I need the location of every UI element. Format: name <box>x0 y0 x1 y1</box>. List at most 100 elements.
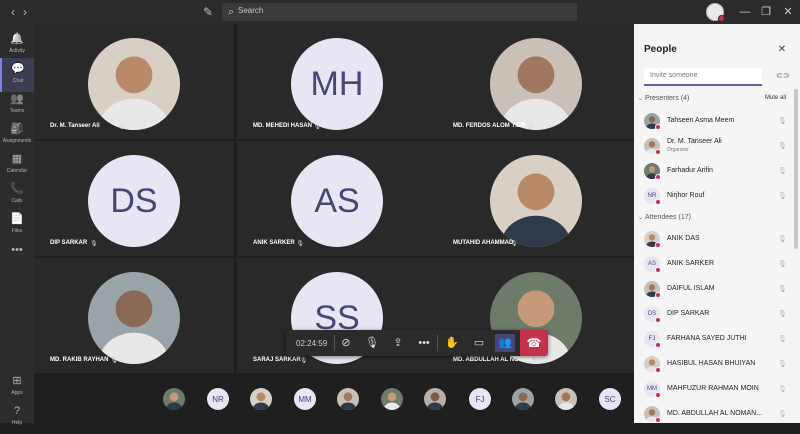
status-dot <box>655 174 661 180</box>
participant-row[interactable]: ANIK DAS 🎙 <box>634 227 794 252</box>
strip-avatar[interactable] <box>512 388 534 410</box>
participant-row-name: Dr. M. Tanseer Ali <box>667 138 722 145</box>
rail-help[interactable]: ? Help <box>0 400 34 434</box>
rail-calendar[interactable]: ▦ Calendar <box>0 148 34 182</box>
participant-row[interactable]: DS DIP SARKAR 🎙 <box>634 302 794 327</box>
video-tile[interactable]: MUTAHID AHAMMAD 🎙 <box>437 141 634 256</box>
mic-off-icon[interactable]: 🎙 <box>778 335 787 343</box>
rail-chat[interactable]: 💬 Chat <box>0 58 34 92</box>
strip-avatar[interactable] <box>250 388 272 410</box>
participant-name: DIP SARKAR <box>50 240 88 246</box>
app-rail: 🔔 Activity 💬 Chat 👥 Teams 🎒 Assignments ▦ Calenda… <box>0 24 34 426</box>
minimize-button[interactable]: — <box>738 4 752 20</box>
participant-avatar <box>489 155 582 247</box>
camera-off-icon[interactable]: ⊘ <box>336 334 356 352</box>
participant-row[interactable]: Tahseen Asma Meem 🎙 <box>634 109 794 134</box>
participant-row[interactable]: DAIFUL ISLAM 🎙 <box>634 277 794 302</box>
participant-row[interactable]: AS ANIK SARKER 🎙 <box>634 252 794 277</box>
divider <box>334 335 335 351</box>
mic-off-icon[interactable]: 🎙 <box>778 167 787 175</box>
mic-off-icon[interactable]: 🎙 <box>778 385 787 393</box>
participant-row[interactable]: Dr. M. Tanseer Ali Organizer 🎙 <box>634 134 794 159</box>
strip-avatar[interactable] <box>337 388 359 410</box>
mic-off-icon[interactable]: 🎙 <box>778 192 787 200</box>
participant-row[interactable]: MM MAHFUZUR RAHMAN MOIN 🎙 <box>634 377 794 402</box>
person-photo <box>557 392 575 410</box>
status-dot <box>655 392 661 398</box>
mic-off-icon: 🎙 <box>530 358 539 364</box>
video-tile[interactable]: DS DIP SARKAR 🎙 <box>34 141 234 256</box>
participant-row[interactable]: MD. ABDULLAH AL NOMAN... 🎙 <box>634 402 794 427</box>
participant-name: MD. FERDOS ALOM TIER <box>453 123 526 129</box>
rail-calls[interactable]: 📞 Calls <box>0 178 34 212</box>
rail-activity[interactable]: 🔔 Activity <box>0 28 34 62</box>
participants-icon[interactable]: 👥 <box>495 334 515 352</box>
close-window-button[interactable]: ✕ <box>781 4 795 20</box>
video-tile[interactable]: AS ANIK SARKER 🎙 <box>237 141 437 256</box>
help-icon: ? <box>13 405 21 417</box>
person-photo <box>99 290 169 364</box>
strip-avatar[interactable] <box>381 388 403 410</box>
more-actions-icon[interactable]: ••• <box>414 334 434 352</box>
mic-off-icon[interactable]: 🎙 <box>778 410 787 418</box>
status-dot <box>718 15 725 22</box>
forward-button[interactable]: › <box>18 4 32 20</box>
strip-avatar[interactable]: SC <box>599 388 621 410</box>
video-tile[interactable]: MD. RAKIB RAYHAN 🎙 <box>34 258 234 373</box>
mic-off-icon[interactable]: 🎙 <box>778 310 787 318</box>
strip-avatar[interactable] <box>424 388 446 410</box>
share-invite-icon[interactable]: ⊂⊃ <box>776 71 789 80</box>
rail-teams[interactable]: 👥 Teams <box>0 88 34 122</box>
raise-hand-icon[interactable]: ✋ <box>442 334 462 352</box>
mic-off-icon: 🎙 <box>296 241 305 247</box>
participant-name: Dr. M. Tanseer Ali <box>50 123 100 129</box>
participant-row[interactable]: Farhadur Arifin 🎙 <box>634 159 794 184</box>
strip-avatar[interactable] <box>163 388 185 410</box>
participant-role: Organizer <box>667 147 689 153</box>
rail-[interactable]: ••• <box>0 234 34 268</box>
maximize-button[interactable]: ❐ <box>759 4 773 20</box>
mic-off-icon[interactable]: 🎙 <box>778 142 787 150</box>
rail-label: Apps <box>11 390 23 396</box>
rail-apps[interactable]: ⊞ Apps <box>0 370 34 404</box>
more-icon: ••• <box>11 244 23 256</box>
hang-up-button[interactable]: ☎ <box>520 330 548 356</box>
mic-off-icon[interactable]: 🎙 <box>778 117 787 125</box>
compose-icon[interactable]: ✎ <box>200 4 216 20</box>
strip-avatar[interactable]: MM <box>294 388 316 410</box>
search-input[interactable]: ⌕ Search <box>222 3 577 21</box>
status-dot <box>655 317 661 323</box>
video-stage: Dr. M. Tanseer Ali 🎙 MH MD. MEHEDI HASAN 🎙 MD… <box>34 24 634 374</box>
attendees-header[interactable]: ⌄ Attendees (17) <box>638 214 691 221</box>
rail-assignments[interactable]: 🎒 Assignments <box>0 118 34 152</box>
close-icon[interactable]: ✕ <box>776 44 788 56</box>
participant-row-name: DAIFUL ISLAM <box>667 285 715 292</box>
mic-off-icon[interactable]: 🎙 <box>778 235 787 243</box>
share-screen-icon[interactable]: ⇪ <box>388 334 408 352</box>
mic-off-icon[interactable]: 🎙 <box>778 285 787 293</box>
call-controls: 02:24:59 ⊘ 🎙 ⇪ ••• ✋ ▭ 👥 ☎ <box>286 330 548 356</box>
strip-avatar[interactable]: NR <box>207 388 229 410</box>
chevron-down-icon: ⌄ <box>638 215 644 221</box>
person-photo <box>252 392 270 410</box>
video-tile[interactable]: MH MD. MEHEDI HASAN 🎙 <box>237 24 437 139</box>
participant-row-name: ANIK DAS <box>667 235 700 242</box>
mute-all-button[interactable]: Mute all <box>765 95 786 101</box>
mic-off-icon[interactable]: 🎙 <box>778 260 787 268</box>
invite-input[interactable]: Invite someone <box>644 68 762 86</box>
video-tile[interactable]: MD. FERDOS ALOM TIER 🎙 <box>437 24 634 139</box>
strip-avatar[interactable] <box>555 388 577 410</box>
participant-row[interactable]: HASIBUL HASAN BHUIYAN 🎙 <box>634 352 794 377</box>
video-tile[interactable]: Dr. M. Tanseer Ali 🎙 <box>34 24 234 139</box>
participant-row[interactable]: FJ FARHANA SAYED JUTHI 🎙 <box>634 327 794 352</box>
mic-off-icon: 🎙 <box>510 241 518 247</box>
conversation-icon[interactable]: ▭ <box>469 334 489 352</box>
participant-row[interactable]: NR Nirjhor Rouf 🎙 <box>634 184 794 209</box>
presenters-header[interactable]: ⌄ Presenters (4) <box>638 95 689 102</box>
participant-avatar: AS <box>291 155 383 247</box>
mic-off-icon[interactable]: 🎙 <box>778 360 787 368</box>
scrollbar[interactable] <box>794 89 798 249</box>
profile-avatar[interactable] <box>706 3 725 22</box>
strip-avatar[interactable]: FJ <box>469 388 491 410</box>
mic-off-icon[interactable]: 🎙 <box>362 334 382 352</box>
